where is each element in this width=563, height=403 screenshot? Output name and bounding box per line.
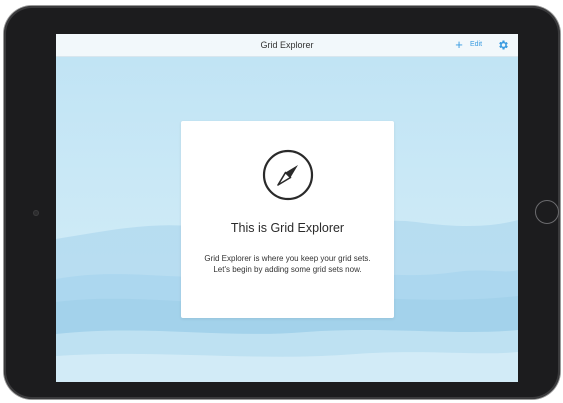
description-line-2: Let's begin by adding some grid sets now… xyxy=(213,265,362,274)
empty-state-card: This is Grid Explorer Grid Explorer is w… xyxy=(181,121,394,318)
nav-title: Grid Explorer xyxy=(260,40,314,50)
empty-state-title: This is Grid Explorer xyxy=(230,221,345,235)
gear-icon[interactable] xyxy=(497,39,509,51)
camera-icon xyxy=(33,210,39,216)
stage: Grid Explorer + Edit This is Grid Explor… xyxy=(0,0,563,403)
home-button[interactable] xyxy=(535,200,559,224)
plus-icon[interactable]: + xyxy=(452,36,466,54)
description-line-1: Grid Explorer is where you keep your gri… xyxy=(204,254,371,263)
navigation-bar: Grid Explorer + Edit xyxy=(56,34,518,57)
compass-icon xyxy=(262,149,314,201)
empty-state-description: Grid Explorer is where you keep your gri… xyxy=(185,253,390,275)
app-screen: Grid Explorer + Edit This is Grid Explor… xyxy=(56,34,518,382)
edit-button[interactable]: Edit xyxy=(470,34,482,56)
